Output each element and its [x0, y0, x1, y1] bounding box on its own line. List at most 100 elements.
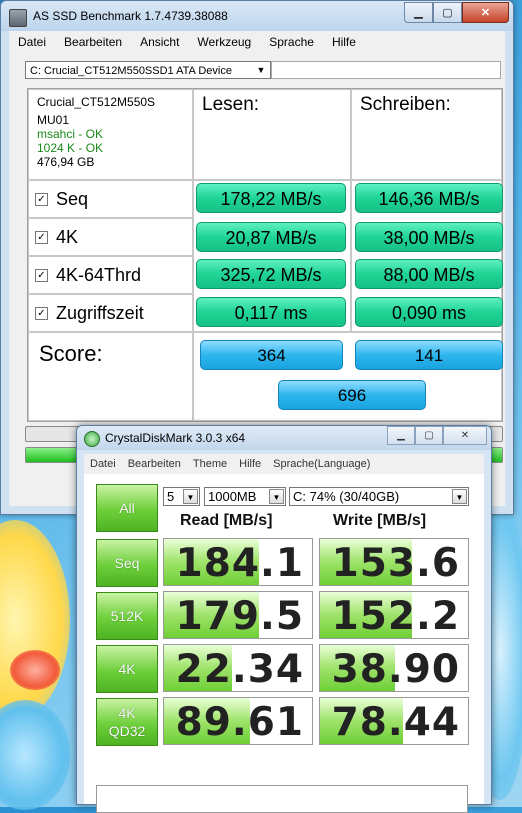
cdm-minimize-button[interactable]: ▁: [387, 426, 415, 445]
4k-64thrd-write-result: 88,00 MB/s: [355, 259, 503, 289]
4k-qd32-test-label: 4K: [118, 705, 136, 721]
4k-qd32-test-label2: QD32: [108, 723, 146, 739]
minimize-button[interactable]: ▁: [404, 2, 433, 23]
cdm-window-title: CrystalDiskMark 3.0.3 x64: [105, 431, 246, 445]
cdm-close-button[interactable]: ✕: [443, 426, 487, 445]
4k-write-result: 38,00 MB/s: [355, 222, 503, 252]
4k-qd32-write-value: 78.44: [319, 697, 469, 745]
access-time-read-result: 0,117 ms: [196, 297, 346, 327]
row-access-time[interactable]: ✓ Zugriffszeit: [28, 294, 193, 332]
menu-datei[interactable]: Datei: [9, 31, 55, 53]
seq-read-number: 184.1: [175, 541, 304, 586]
seq-test-button[interactable]: Seq: [96, 539, 158, 587]
4k-write-value: 38.90: [319, 644, 469, 692]
row-4k-label: 4K: [56, 226, 79, 247]
4k-qd32-test-button[interactable]: 4K QD32: [96, 698, 158, 746]
results-grid: Crucial_CT512M550S MU01 msahci - OK 1024…: [27, 88, 503, 422]
4k-qd32-read-number: 89.61: [175, 700, 304, 745]
drive-size: 476,94 GB: [37, 155, 95, 169]
menu-bar: Datei Bearbeiten Ansicht Werkzeug Sprach…: [9, 31, 505, 53]
driver-status: msahci - OK: [37, 127, 104, 141]
4k-checkbox[interactable]: ✓: [35, 230, 48, 244]
row-4k-64thrd[interactable]: ✓ 4K-64Thrd: [28, 256, 193, 294]
menu-werkzeug[interactable]: Werkzeug: [188, 31, 260, 53]
cdm-menu-bar: Datei Bearbeiten Theme Hilfe Sprache(Lan…: [84, 454, 484, 474]
4k-test-button[interactable]: 4K: [96, 645, 158, 693]
row-seq[interactable]: ✓ Seq: [28, 180, 193, 218]
cdm-titlebar[interactable]: CrystalDiskMark 3.0.3 x64 ▁ ▢ ✕: [77, 426, 491, 450]
crystaldiskmark-window: CrystalDiskMark 3.0.3 x64 ▁ ▢ ✕ Datei Be…: [76, 425, 492, 813]
access-time-checkbox[interactable]: ✓: [35, 306, 48, 320]
seq-checkbox[interactable]: ✓: [35, 192, 48, 206]
menu-ansicht[interactable]: Ansicht: [131, 31, 188, 53]
cdm-maximize-button[interactable]: ▢: [415, 426, 443, 445]
test-count-select[interactable]: 5 ▼: [163, 487, 200, 506]
seq-write-result: 146,36 MB/s: [355, 183, 503, 213]
cdm-menu-hilfe[interactable]: Hilfe: [233, 454, 267, 474]
seq-read-result: 178,22 MB/s: [196, 183, 346, 213]
maximize-icon: ▢: [442, 7, 453, 19]
score-total: 696: [278, 380, 426, 410]
seq-test-label: Seq: [114, 555, 140, 571]
cdm-menu-sprache[interactable]: Sprache(Language): [267, 454, 376, 474]
4k-test-label: 4K: [118, 661, 136, 677]
cdm-menu-bearbeiten[interactable]: Bearbeiten: [122, 454, 187, 474]
512k-write-value: 152.2: [319, 591, 469, 639]
score-read: 364: [200, 340, 343, 370]
as-ssd-titlebar[interactable]: AS SSD Benchmark 1.7.4739.38088 ▁ ▢ ✕: [1, 1, 513, 31]
maximize-button[interactable]: ▢: [433, 2, 462, 23]
all-button[interactable]: All: [96, 484, 158, 532]
menu-hilfe[interactable]: Hilfe: [323, 31, 365, 53]
read-column-header: Read [MB/s]: [180, 512, 273, 529]
close-icon: ✕: [460, 430, 470, 441]
cdm-menu-theme[interactable]: Theme: [187, 454, 233, 474]
4k-64thrd-read-result: 325,72 MB/s: [196, 259, 346, 289]
menu-bearbeiten[interactable]: Bearbeiten: [55, 31, 131, 53]
read-header: Lesen:: [193, 89, 351, 180]
chevron-down-icon: ▼: [183, 489, 198, 504]
crystaldiskmark-icon: [84, 431, 100, 447]
4k-read-number: 22.34: [175, 647, 304, 692]
cdm-menu-datei[interactable]: Datei: [84, 454, 122, 474]
comment-field[interactable]: [96, 785, 468, 813]
menu-sprache[interactable]: Sprache: [260, 31, 323, 53]
row-seq-label: Seq: [56, 188, 89, 209]
close-button[interactable]: ✕: [462, 2, 509, 23]
minimize-icon: ▁: [414, 7, 423, 19]
512k-read-value: 179.5: [163, 591, 313, 639]
4k-write-number: 38.90: [331, 647, 460, 692]
write-header: Schreiben:: [351, 89, 502, 180]
4k-read-value: 22.34: [163, 644, 313, 692]
row-4k[interactable]: ✓ 4K: [28, 218, 193, 256]
seq-write-number: 153.6: [331, 541, 460, 586]
test-size-select[interactable]: 1000MB ▼: [204, 487, 286, 506]
drive-select[interactable]: C: Crucial_CT512M550SSD1 ATA Device ▼: [25, 61, 271, 79]
4k-qd32-write-number: 78.44: [331, 700, 460, 745]
cdm-client: Datei Bearbeiten Theme Hilfe Sprache(Lan…: [84, 454, 484, 813]
window-title: AS SSD Benchmark 1.7.4739.38088: [33, 9, 228, 23]
minimize-icon: ▁: [397, 430, 405, 441]
seq-read-value: 184.1: [163, 538, 313, 586]
chevron-down-icon: ▼: [256, 65, 266, 75]
drive-select-value: C: Crucial_CT512M550SSD1 ATA Device: [30, 65, 232, 77]
cdm-drive-select[interactable]: C: 74% (30/40GB) ▼: [289, 487, 469, 506]
close-icon: ✕: [480, 7, 491, 19]
drive-firmware: MU01: [37, 113, 70, 127]
cdm-drive-value: C: 74% (30/40GB): [293, 489, 400, 504]
test-count-value: 5: [167, 489, 175, 504]
disk-icon: [9, 9, 27, 27]
512k-read-number: 179.5: [175, 594, 304, 639]
4k-64thrd-checkbox[interactable]: ✓: [35, 268, 48, 282]
512k-test-button[interactable]: 512K: [96, 592, 158, 640]
row-access-time-label: Zugriffszeit: [56, 302, 144, 323]
chevron-down-icon: ▼: [269, 489, 284, 504]
4k-qd32-read-value: 89.61: [163, 697, 313, 745]
drive-info-panel: Crucial_CT512M550S MU01 msahci - OK 1024…: [28, 89, 193, 180]
seq-write-value: 153.6: [319, 538, 469, 586]
test-size-value: 1000MB: [208, 489, 257, 504]
all-button-label: All: [119, 500, 135, 516]
row-4k-64thrd-label: 4K-64Thrd: [56, 264, 142, 285]
drive-info-field[interactable]: [271, 61, 501, 79]
4k-read-result: 20,87 MB/s: [196, 222, 346, 252]
alignment-status: 1024 K - OK: [37, 141, 104, 155]
